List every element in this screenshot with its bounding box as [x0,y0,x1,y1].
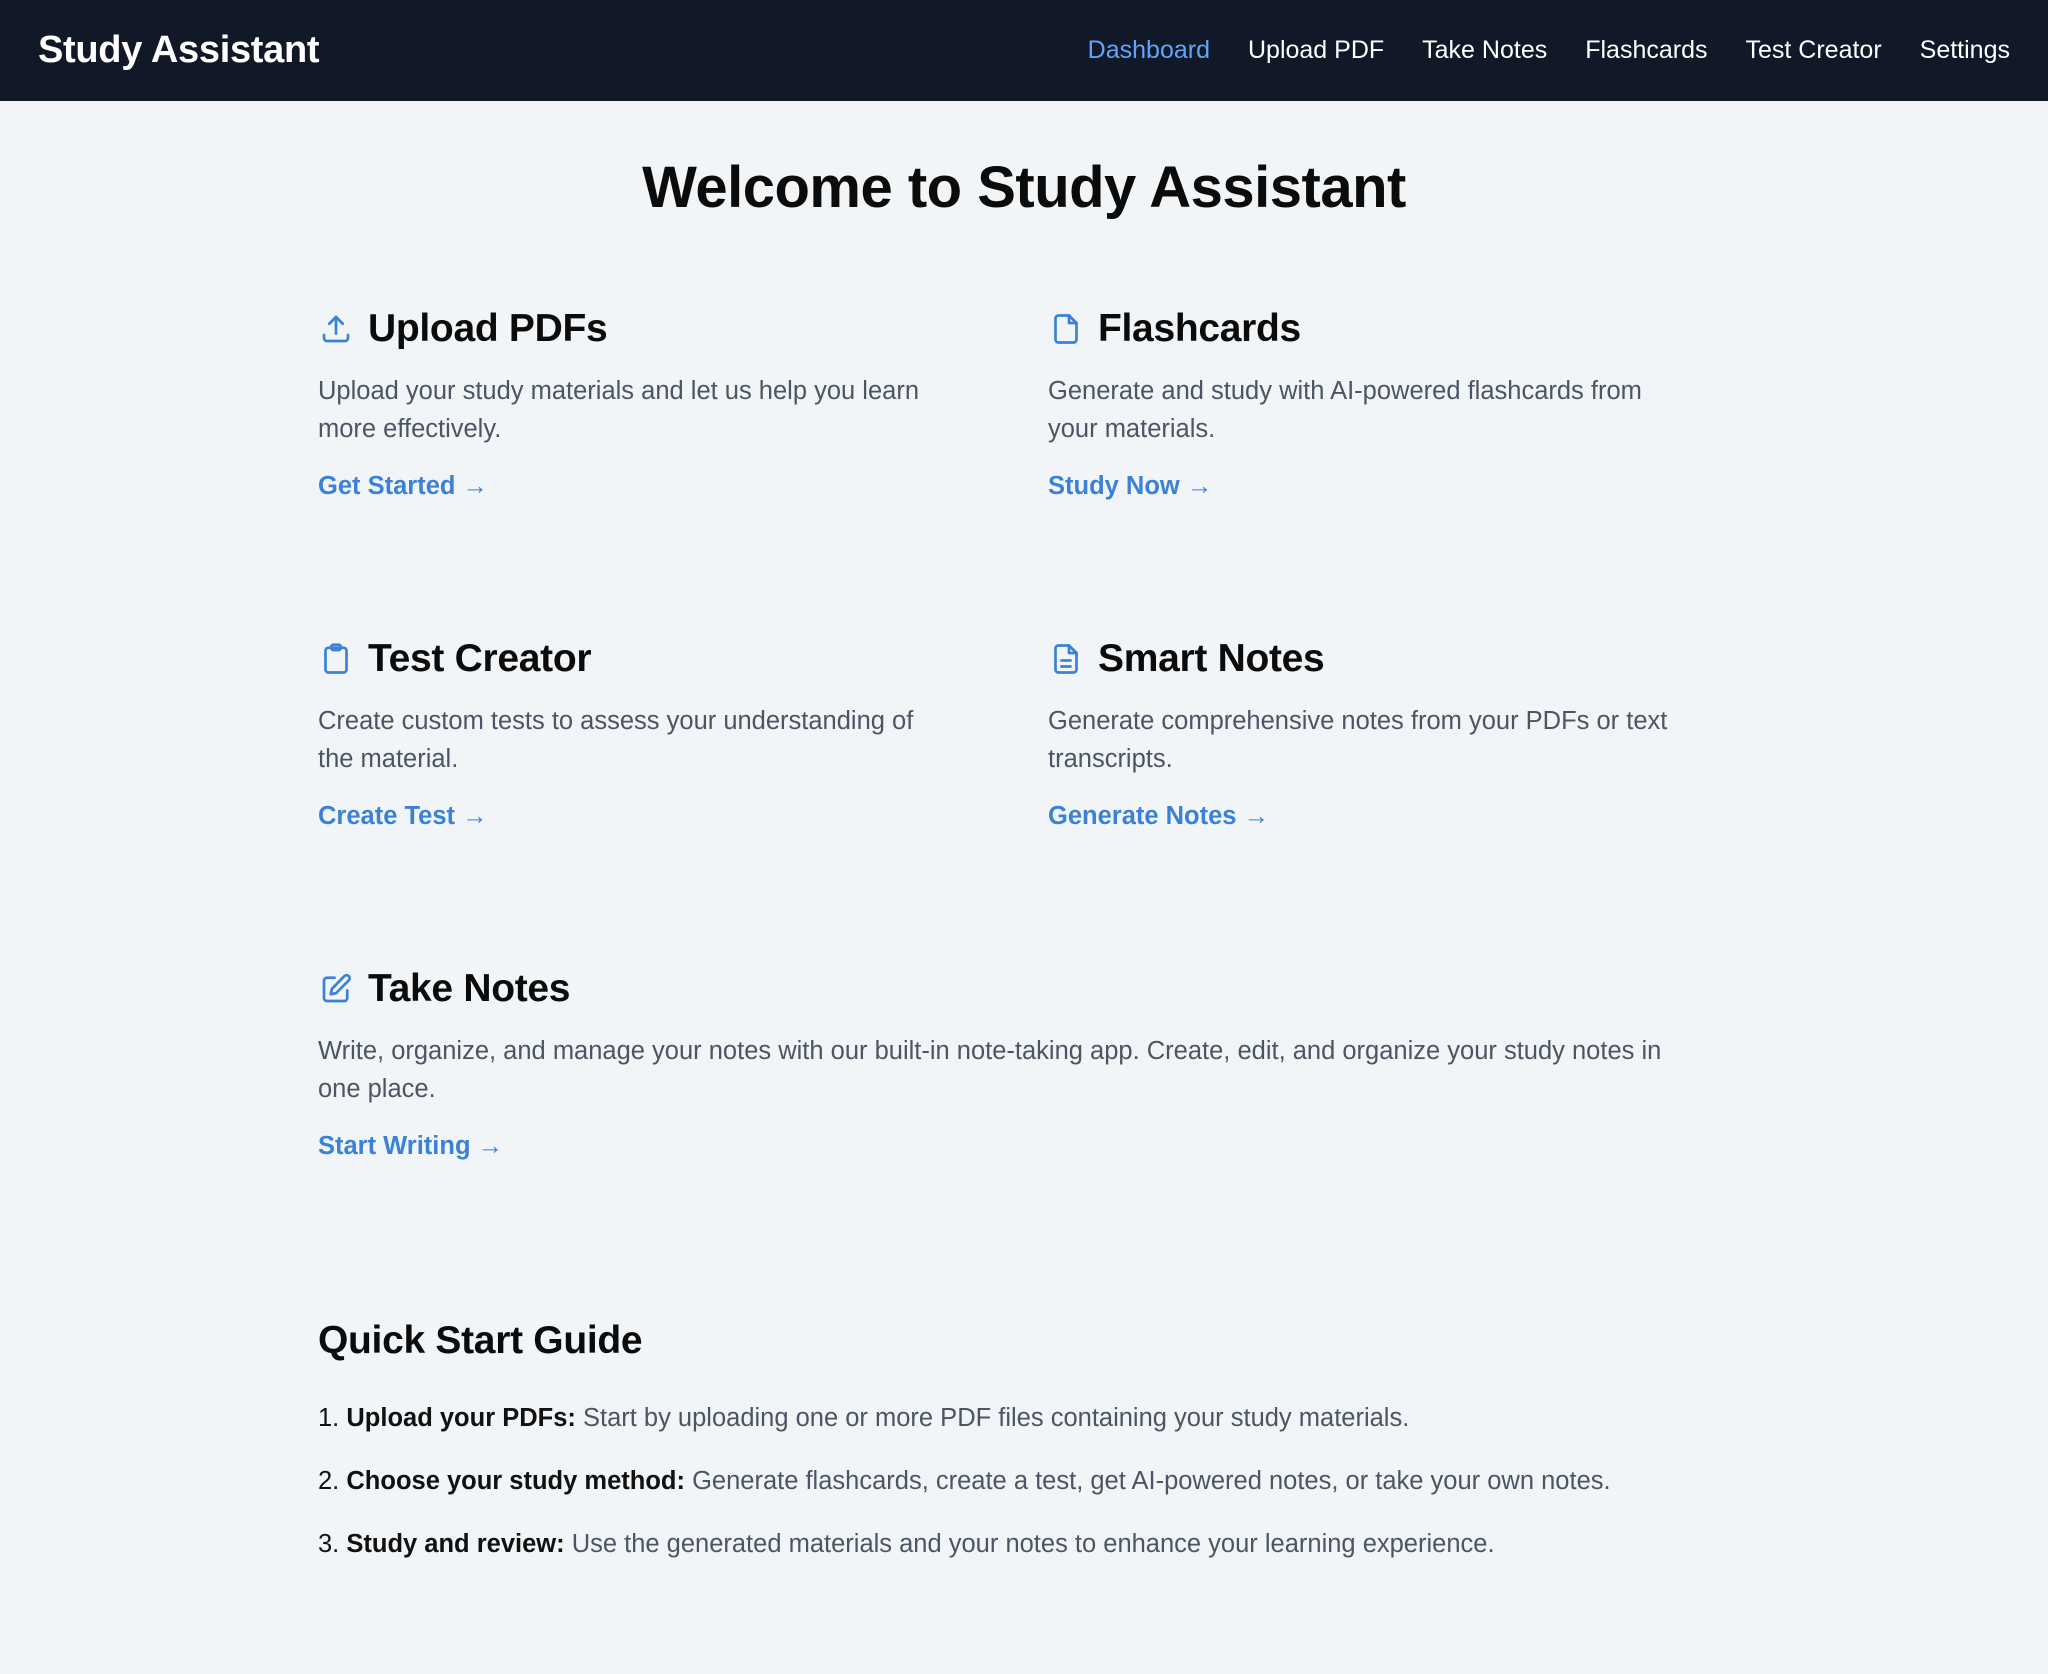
nav-link-dashboard[interactable]: Dashboard [1088,36,1210,65]
guide-step: 1. Upload your PDFs: Start by uploading … [318,1399,1730,1437]
guide-step: 2. Choose your study method: Generate fl… [318,1462,1730,1500]
pencil-square-icon [318,971,354,1007]
step-number: 3. [318,1529,340,1558]
step-label: Choose your study method: [346,1466,685,1495]
clipboard-icon [318,641,354,677]
document-text-icon [1048,641,1084,677]
guide-step: 3. Study and review: Use the generated m… [318,1525,1730,1563]
card-take-notes: Take Notes Write, organize, and manage y… [318,964,1672,1294]
nav-link-upload-pdf[interactable]: Upload PDF [1248,36,1384,65]
page-title: Welcome to Study Assistant [642,155,1406,220]
step-label: Upload your PDFs: [346,1403,576,1432]
card-header: Test Creator [318,634,942,684]
card-title: Test Creator [368,636,592,680]
step-text: Use the generated materials and your not… [564,1529,1495,1558]
card-description: Create custom tests to assess your under… [318,706,914,773]
create-test-link[interactable]: Create Test → [318,802,488,831]
guide-title: Quick Start Guide [318,1318,643,1362]
card-smart-notes: Smart Notes Generate comprehensive notes… [1048,634,1672,964]
step-label: Study and review: [346,1529,565,1558]
nav-link-settings[interactable]: Settings [1920,36,2010,65]
get-started-link[interactable]: Get Started → [318,472,488,501]
card-header: Smart Notes [1048,634,1672,684]
card-title: Upload PDFs [368,306,608,350]
nav-links: Dashboard Upload PDF Take Notes Flashcar… [1050,36,2010,65]
card-description: Generate and study with AI-powered flash… [1048,376,1642,443]
upload-icon [318,311,354,347]
card-description: Write, organize, and manage your notes w… [318,1036,1662,1103]
guide-steps: 1. Upload your PDFs: Start by uploading … [318,1399,1730,1563]
card-description: Generate comprehensive notes from your P… [1048,706,1668,773]
study-now-link[interactable]: Study Now → [1048,472,1212,501]
nav-link-test-creator[interactable]: Test Creator [1745,36,1881,65]
card-test-creator: Test Creator Create custom tests to asse… [318,634,942,964]
generate-notes-link[interactable]: Generate Notes → [1048,802,1269,831]
dashboard-main: Welcome to Study Assistant Upload PDFs U… [318,101,1730,1563]
nav-link-flashcards[interactable]: Flashcards [1585,36,1707,65]
nav-link-take-notes[interactable]: Take Notes [1422,36,1547,65]
app-brand[interactable]: Study Assistant [38,29,320,72]
step-text: Generate flashcards, create a test, get … [684,1466,1611,1495]
card-title: Take Notes [368,966,571,1010]
step-number: 1. [318,1403,340,1432]
card-description: Upload your study materials and let us h… [318,376,920,443]
top-navbar: Study Assistant Dashboard Upload PDF Tak… [0,0,2048,101]
card-upload-pdfs: Upload PDFs Upload your study materials … [318,304,942,634]
card-title: Flashcards [1098,306,1301,350]
feature-grid: Upload PDFs Upload your study materials … [318,304,1730,1294]
card-header: Take Notes [318,964,1672,1014]
card-header: Upload PDFs [318,304,942,354]
step-text: Start by uploading one or more PDF files… [575,1403,1410,1432]
card-flashcards: Flashcards Generate and study with AI-po… [1048,304,1672,634]
start-writing-link[interactable]: Start Writing → [318,1132,503,1161]
document-icon [1048,311,1084,347]
card-header: Flashcards [1048,304,1672,354]
card-title: Smart Notes [1098,636,1325,680]
step-number: 2. [318,1466,340,1495]
quick-start-guide: Quick Start Guide 1. Upload your PDFs: S… [318,1319,1730,1563]
